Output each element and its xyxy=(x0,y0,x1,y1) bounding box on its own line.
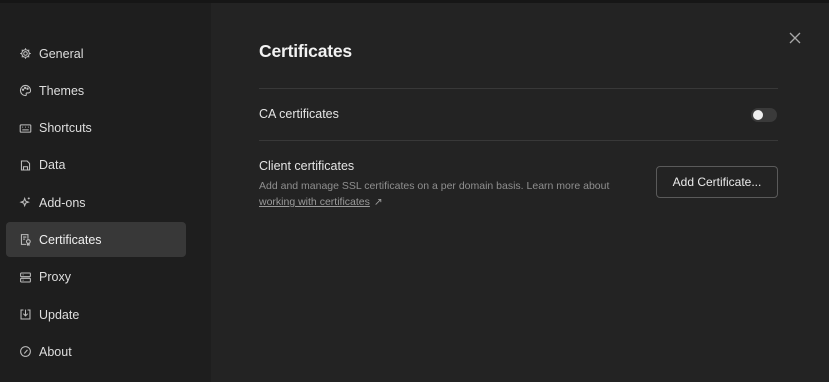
divider xyxy=(259,140,778,141)
external-link-icon: ↗ xyxy=(373,196,383,208)
database-icon xyxy=(18,158,32,172)
gear-icon xyxy=(18,47,32,61)
description-text: Add and manage SSL certificates on a per… xyxy=(259,180,610,192)
client-certificates-description: Add and manage SSL certificates on a per… xyxy=(259,178,639,210)
sidebar-item-data[interactable]: Data xyxy=(6,148,186,183)
sidebar-item-about[interactable]: About xyxy=(6,334,186,369)
settings-window: General Themes Shortcuts Data Add-ons Ce… xyxy=(0,0,829,382)
sidebar-item-label: About xyxy=(39,344,72,359)
ca-certificates-label: CA certificates xyxy=(259,107,339,121)
server-icon xyxy=(18,270,32,284)
divider xyxy=(259,88,778,89)
close-button[interactable] xyxy=(786,29,804,47)
sidebar-item-certificates[interactable]: Certificates xyxy=(6,222,186,258)
sidebar-item-update[interactable]: Update xyxy=(6,297,186,332)
toggle-knob xyxy=(753,110,763,120)
sidebar-item-label: Add-ons xyxy=(39,195,86,210)
sidebar-item-label: General xyxy=(39,46,84,61)
add-certificate-button[interactable]: Add Certificate... xyxy=(656,166,778,198)
sidebar-item-label: Shortcuts xyxy=(39,121,92,136)
sidebar-item-add-ons[interactable]: Add-ons xyxy=(6,185,186,220)
sparkle-icon xyxy=(18,196,32,210)
download-icon xyxy=(18,308,32,322)
info-icon xyxy=(18,345,32,359)
palette-icon xyxy=(18,84,32,98)
sidebar-item-label: Themes xyxy=(39,83,85,98)
sidebar-item-label: Certificates xyxy=(39,232,102,247)
ca-certificates-toggle[interactable] xyxy=(751,108,777,122)
settings-sidebar: General Themes Shortcuts Data Add-ons Ce… xyxy=(0,3,211,382)
learn-more-link[interactable]: working with certificates xyxy=(259,196,370,208)
sidebar-item-label: Proxy xyxy=(39,270,71,285)
sidebar-item-general[interactable]: General xyxy=(6,36,186,71)
certificate-icon xyxy=(18,233,32,247)
page-title: Certificates xyxy=(259,41,352,61)
keyboard-icon xyxy=(18,121,32,135)
sidebar-item-themes[interactable]: Themes xyxy=(6,73,186,108)
sidebar-item-label: Data xyxy=(39,158,66,173)
close-icon xyxy=(789,32,801,44)
sidebar-item-proxy[interactable]: Proxy xyxy=(6,260,186,295)
sidebar-item-label: Update xyxy=(39,307,80,322)
sidebar-item-shortcuts[interactable]: Shortcuts xyxy=(6,111,186,146)
client-certificates-label: Client certificates xyxy=(259,159,355,173)
